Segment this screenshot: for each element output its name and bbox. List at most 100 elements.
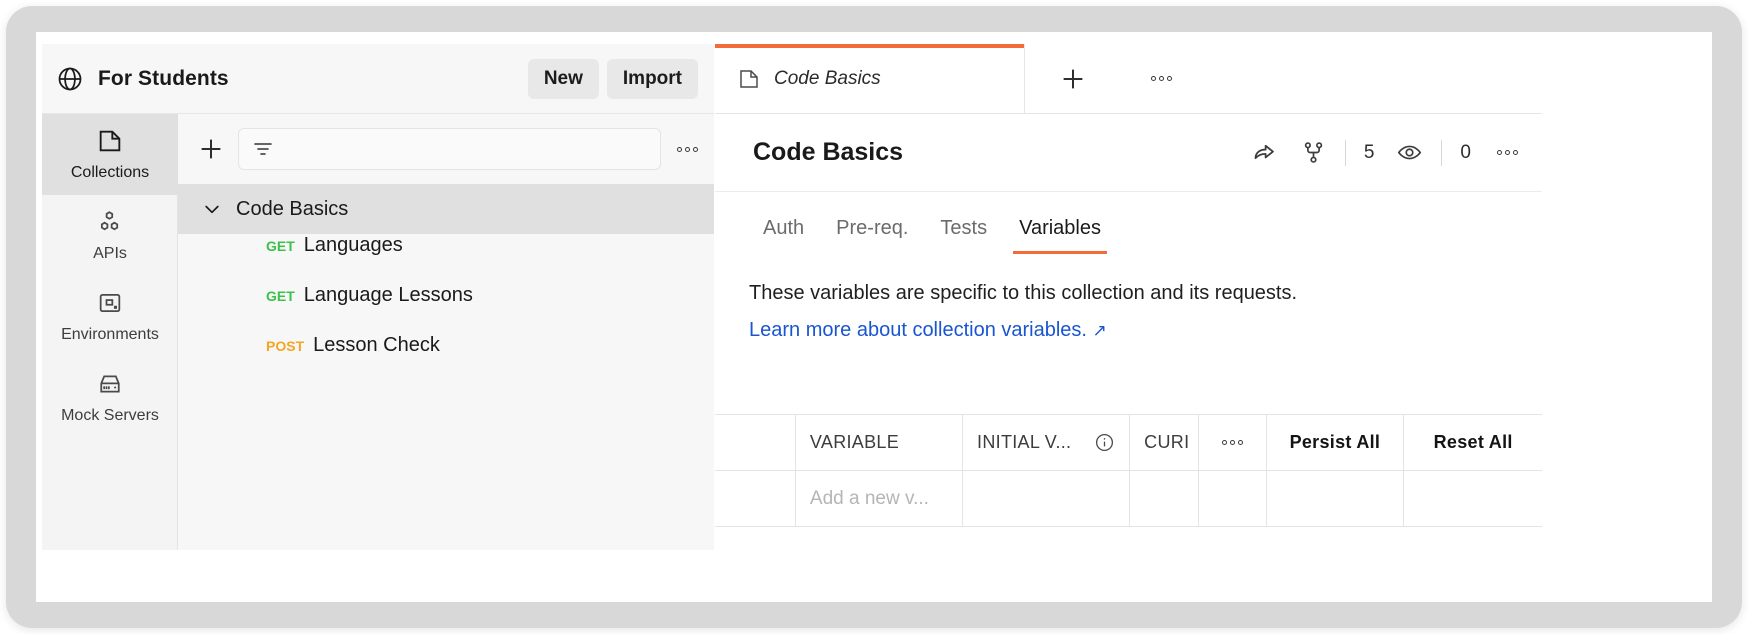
select-all-cell[interactable] <box>715 415 796 470</box>
table-row[interactable]: Add a new v... <box>715 471 1542 527</box>
dot <box>1513 150 1518 155</box>
collection-editor: Code Basics Code Basics 5 0 Auth Pre-req… <box>715 44 1542 550</box>
info-icon[interactable] <box>1094 432 1115 453</box>
header-actions: New Import <box>527 58 698 99</box>
divider <box>1344 139 1346 166</box>
chevron-down-icon[interactable] <box>202 199 222 219</box>
new-variable-input[interactable]: Add a new v... <box>796 471 964 526</box>
sidebar-item-label: Collections <box>70 164 150 181</box>
content-clip: For Students New Import Collections APIs… <box>42 44 1542 550</box>
request-list-item[interactable]: POST Lesson Check <box>178 334 714 384</box>
sidebar-item-apis[interactable]: APIs <box>42 195 178 276</box>
dot <box>1497 150 1502 155</box>
search-input[interactable] <box>238 128 661 170</box>
tab-auth[interactable]: Auth <box>747 217 820 254</box>
fork-icon[interactable] <box>1300 139 1327 166</box>
mock-servers-icon <box>96 370 124 398</box>
editor-tab-strip: Code Basics <box>715 44 1542 114</box>
row-reset-cell <box>1404 471 1542 526</box>
watch-group: 0 <box>1396 139 1471 166</box>
persist-all-label: Persist All <box>1289 432 1381 452</box>
dot <box>1166 76 1172 81</box>
row-more-cell <box>1199 471 1267 526</box>
import-button[interactable]: Import <box>606 58 698 99</box>
table-more-cell[interactable] <box>1199 415 1267 470</box>
collection-toolbar <box>178 114 714 184</box>
request-method: GET <box>266 238 295 254</box>
tab-label: Code Basics <box>774 67 881 89</box>
collection-actions: 5 0 <box>1251 139 1522 166</box>
dot <box>1221 440 1227 445</box>
learn-more-link[interactable]: Learn more about collection variables. ↗ <box>749 319 1107 342</box>
share-arrow-icon[interactable] <box>1251 139 1278 166</box>
sidebar-item-collections[interactable]: Collections <box>42 114 178 195</box>
request-list-item[interactable]: GET Languages <box>178 234 714 284</box>
fork-count: 5 <box>1363 141 1375 163</box>
column-header-label: VARIABLE <box>809 432 900 452</box>
collection-header: Code Basics 5 0 <box>715 114 1542 192</box>
more-horizontal-icon[interactable] <box>673 141 702 158</box>
sidebar-item-label: APIs <box>93 245 127 262</box>
eye-icon[interactable] <box>1396 139 1423 166</box>
request-method: POST <box>266 338 305 354</box>
collection-sub-tabs: Auth Pre-req. Tests Variables <box>715 192 1542 254</box>
plus-icon <box>1058 64 1088 94</box>
request-name: Language Lessons <box>303 284 473 306</box>
dot <box>1237 440 1243 445</box>
new-button[interactable]: New <box>527 58 599 99</box>
row-select-cell[interactable] <box>715 471 796 526</box>
variables-table: VARIABLE INITIAL V... CURI Persist All R… <box>715 414 1542 550</box>
reset-all-button[interactable]: Reset All <box>1404 415 1542 470</box>
request-name: Languages <box>303 234 403 256</box>
dot <box>677 146 682 152</box>
divider <box>1441 139 1443 166</box>
workspace-header: For Students New Import <box>42 44 714 114</box>
tab-tests[interactable]: Tests <box>924 217 1003 254</box>
column-variable: VARIABLE <box>796 415 964 470</box>
request-name: Lesson Check <box>313 334 440 356</box>
globe-icon <box>56 65 84 93</box>
sidebar-item-label: Mock Servers <box>61 407 159 424</box>
row-persist-cell <box>1267 471 1405 526</box>
more-horizontal-icon[interactable] <box>1493 144 1522 161</box>
request-list-item[interactable]: GET Language Lessons <box>178 284 714 334</box>
column-header-label: CURI <box>1144 432 1190 452</box>
table-header-row: VARIABLE INITIAL V... CURI Persist All R… <box>715 415 1542 471</box>
new-current-value-input[interactable] <box>1130 471 1200 526</box>
reset-all-label: Reset All <box>1433 432 1513 452</box>
collection-icon <box>737 67 761 91</box>
variables-description-area: These variables are specific to this col… <box>715 254 1542 342</box>
collection-panel: Code Basics GET Languages GET Language L… <box>178 114 714 550</box>
learn-more-link-text: Learn more about collection variables. <box>749 319 1087 341</box>
apis-icon <box>96 208 124 236</box>
dot <box>1150 76 1156 81</box>
sidebar-item-mock-servers[interactable]: Mock Servers <box>42 357 178 438</box>
external-link-icon: ↗ <box>1092 321 1107 340</box>
plus-icon[interactable] <box>196 134 226 164</box>
persist-all-button[interactable]: Persist All <box>1267 415 1405 470</box>
left-region: For Students New Import Collections APIs… <box>42 44 714 550</box>
dot <box>693 146 698 152</box>
more-horizontal-icon <box>1218 434 1247 451</box>
column-header-label: INITIAL V... <box>977 432 1072 452</box>
dot <box>1229 440 1235 445</box>
dot <box>685 146 690 152</box>
collection-tree-item[interactable]: Code Basics <box>178 184 714 234</box>
new-initial-value-input[interactable] <box>963 471 1131 526</box>
sidebar-rail: Collections APIs Environments Mock Serve… <box>42 114 178 550</box>
tab-more-button[interactable] <box>1121 44 1201 113</box>
tab-code-basics[interactable]: Code Basics <box>715 44 1025 113</box>
app-window: For Students New Import Collections APIs… <box>6 6 1742 628</box>
sidebar-item-environments[interactable]: Environments <box>42 276 178 357</box>
more-horizontal-icon <box>1147 70 1176 87</box>
dot <box>1505 150 1510 155</box>
new-tab-button[interactable] <box>1025 44 1121 113</box>
page-title: Code Basics <box>753 138 904 166</box>
fork-group: 5 <box>1300 139 1375 166</box>
filter-icon <box>251 137 275 161</box>
tab-pre-req[interactable]: Pre-req. <box>820 217 924 254</box>
tab-variables[interactable]: Variables <box>1003 217 1117 254</box>
window-inner: For Students New Import Collections APIs… <box>36 32 1712 602</box>
workspace-title: For Students <box>98 66 229 90</box>
column-current-value: CURI <box>1130 415 1200 470</box>
